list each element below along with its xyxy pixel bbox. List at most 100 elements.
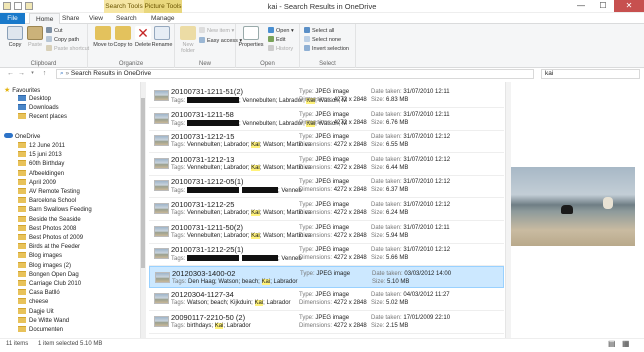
nav-folder[interactable]: Barn Swallows Feeding (18, 206, 92, 215)
open-button[interactable]: Open ▾ (268, 27, 294, 35)
selection-info: 1 item selected 5.10 MB (38, 341, 103, 347)
close-button[interactable]: ✕ (614, 0, 644, 12)
nav-folder[interactable]: Dagje Uit (18, 307, 54, 317)
history-button[interactable]: History (268, 45, 293, 53)
nav-folder[interactable]: Best Photos 2008 (18, 224, 76, 234)
nav-folder[interactable]: 60th Birthday (18, 160, 64, 169)
address-box[interactable]: ⌕ » Search Results in OneDrive (56, 69, 534, 79)
tab-share[interactable]: Share (56, 13, 85, 24)
nav-downloads[interactable]: Downloads (18, 104, 59, 113)
file-name: 20100731-1212-25(1) (171, 245, 244, 255)
nav-folder[interactable]: Blog images (2) (18, 261, 71, 271)
nav-folder[interactable]: Carriage Club 2010 (18, 280, 81, 289)
edit-icon (268, 36, 274, 42)
file-thumbnail (155, 271, 170, 283)
nav-folder[interactable]: De Witte Wand (18, 316, 69, 326)
search-input[interactable]: kai (541, 69, 640, 79)
nav-onedrive[interactable]: OneDrive (4, 133, 40, 142)
nav-folder[interactable]: cheese (18, 298, 48, 307)
properties-button[interactable]: Properties (238, 26, 264, 48)
file-dimensions: Dimensions: 4272 x 2848 (299, 142, 367, 149)
file-row[interactable]: 20100731-1212-05(1) Tags: ; Venneb Type: J… (149, 175, 504, 197)
redaction-bar (187, 97, 240, 103)
nav-folder[interactable]: AV Remote Testing (18, 188, 80, 197)
file-row[interactable]: 20100731-1211-50(2) Tags: Vennebulten; La… (149, 221, 504, 243)
file-thumbnail (154, 203, 169, 214)
up-button[interactable]: ↑ (40, 69, 49, 78)
paste-icon (27, 26, 43, 40)
file-row[interactable]: 20090117-2210-50 (2) Tags: birthdays; Kai… (149, 311, 504, 333)
nav-folder[interactable]: Best Photos of 2009 (18, 234, 83, 243)
invert-selection-button[interactable]: Invert selection (304, 45, 349, 53)
copy-path-button[interactable]: Copy path (46, 36, 79, 44)
nav-folder[interactable]: Birds at the Feeder (18, 243, 80, 252)
ribbon: Copy Paste Cut Copy path Paste shortcut … (0, 24, 644, 68)
nav-folder[interactable]: Casa Batlló (18, 289, 60, 298)
folder-icon (18, 142, 26, 148)
tab-file[interactable]: File (0, 13, 25, 24)
nav-folder[interactable]: April 2009 (18, 178, 56, 188)
file-row[interactable]: 20100731-1211-51(2) Tags: ; Vennebulten; … (149, 85, 504, 107)
nav-folder[interactable]: Bongen Open Dag (18, 270, 79, 280)
file-date: Date taken: 31/07/2010 12:12 (371, 179, 451, 186)
paste-shortcut-button[interactable]: Paste shortcut (46, 45, 89, 53)
cut-button[interactable]: Cut (46, 27, 63, 35)
new-item-icon (199, 27, 205, 33)
recent-locations-icon[interactable]: ▾ (28, 69, 37, 78)
copy-to-button[interactable]: Copy to (112, 26, 134, 48)
new-item-button[interactable]: New item ▾ (199, 27, 234, 35)
maximize-button[interactable]: ☐ (592, 0, 614, 12)
tab-manage[interactable]: Manage (145, 13, 181, 24)
nav-folder[interactable]: Barcelona School (18, 197, 76, 206)
nav-folder[interactable]: Blog images (18, 252, 62, 261)
file-type: Type: JPEG image (299, 292, 350, 299)
edit-button[interactable]: Edit (268, 36, 285, 44)
nav-scroll-thumb[interactable] (141, 98, 145, 268)
nav-folder[interactable]: Afbeeldingen (18, 169, 64, 179)
folder-icon (18, 298, 26, 305)
large-icons-view-icon[interactable]: ▦ (622, 339, 630, 348)
file-row[interactable]: 20120304-1127-34 Tags: Watson; beach; Kij… (149, 288, 504, 310)
nav-folder[interactable]: 15 juni 2013 (18, 151, 62, 160)
file-row[interactable]: 20100731-1212-15 Tags: Vennebulten; Labra… (149, 130, 504, 152)
minimize-button[interactable]: — (570, 0, 592, 12)
details-view-icon[interactable]: ▤ (608, 339, 616, 348)
file-name: 20100731-1212-13 (171, 154, 235, 164)
preview-image (511, 167, 635, 246)
search-results-icon: ⌕ (60, 70, 64, 77)
file-dimensions: Dimensions: 4272 x 2848 (299, 300, 367, 307)
file-size: Size: 6.24 MB (371, 210, 409, 216)
move-to-button[interactable]: Move to (92, 26, 114, 48)
rename-button[interactable]: Rename (151, 26, 173, 48)
file-row[interactable]: 20100731-1212-25(1) Tags: ; Venneb Type: J… (149, 243, 504, 265)
paste-button[interactable]: Paste (24, 26, 46, 48)
nav-desktop[interactable]: Desktop (18, 95, 51, 104)
history-icon (268, 45, 274, 51)
file-type: Type: JPEG image (299, 315, 350, 321)
file-size: Size: 2.15 MB (371, 323, 409, 329)
copy-button[interactable]: Copy (4, 26, 26, 48)
file-date: Date taken: 17/01/2009 22:10 (371, 315, 451, 321)
file-type: Type: JPEG image (300, 270, 351, 277)
nav-favourites[interactable]: ★ Favourites (4, 86, 40, 95)
new-group-label: New (198, 61, 211, 67)
file-row[interactable]: 20100731-1212-13 Tags: Vennebulten; Labra… (149, 153, 504, 175)
nav-folder[interactable]: 12 June 2011 (18, 142, 65, 151)
folder-icon (18, 169, 26, 176)
back-button[interactable]: ← (6, 69, 15, 78)
tab-search[interactable]: Search (110, 13, 143, 24)
nav-folder[interactable]: Beside the Seaside (18, 215, 81, 225)
file-row[interactable]: 20100731-1212-25 Tags: Vennebulten; Labra… (149, 198, 504, 220)
file-tags: Tags: Vennebulten; Labrador; Kai; Watson… (171, 164, 312, 171)
file-size: Size: 5.66 MB (371, 255, 409, 262)
nav-folder[interactable]: Documenten (18, 326, 63, 335)
tab-view[interactable]: View (83, 13, 109, 24)
select-all-button[interactable]: Select all (304, 27, 334, 35)
file-row[interactable]: 20100731-1211-58 Tags: ; Vennebulten; Lab… (149, 108, 504, 130)
redaction-bar (242, 187, 279, 194)
new-folder-button[interactable]: New folder (177, 26, 199, 54)
select-none-button[interactable]: Select none (304, 36, 341, 44)
file-row[interactable]: 20120303-1400-02 Tags: Den Haag; Watson; … (149, 265, 504, 288)
nav-recent-places[interactable]: Recent places (18, 113, 67, 122)
forward-button[interactable]: → (17, 69, 26, 78)
